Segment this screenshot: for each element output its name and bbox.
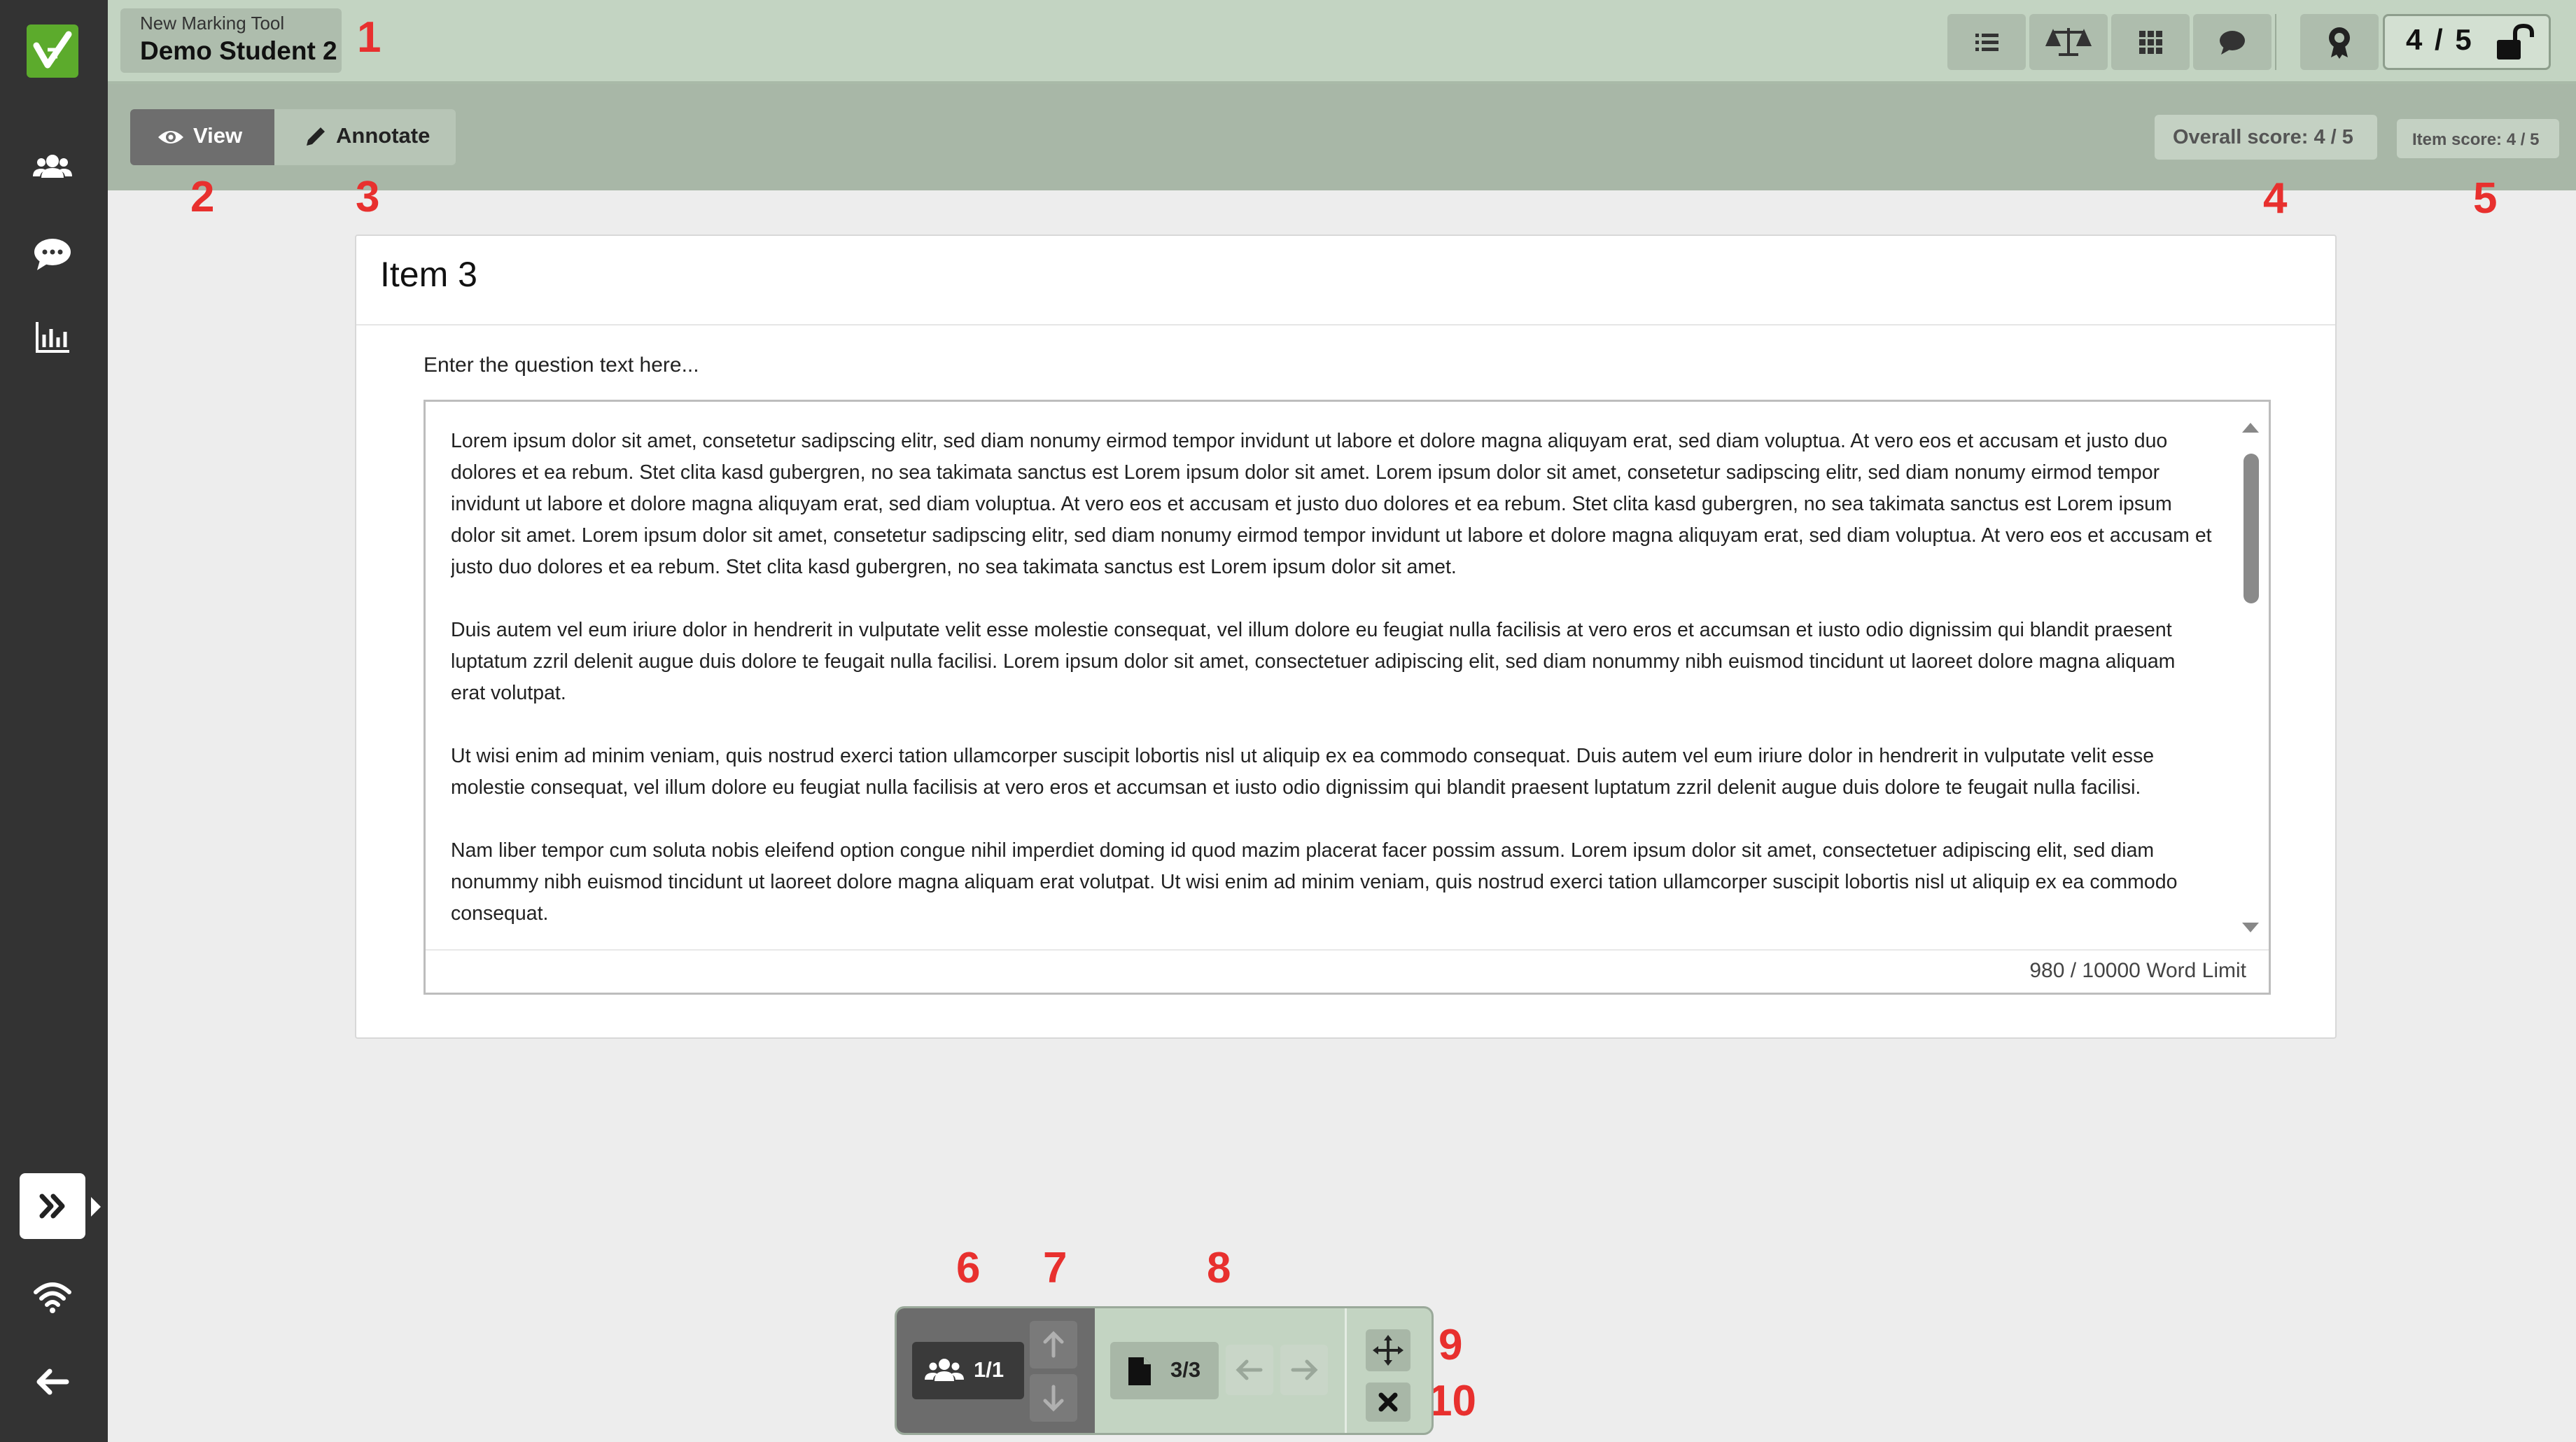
arrow-up-icon [1043,1331,1064,1358]
document-icon [1128,1357,1151,1385]
back-arrow-icon[interactable] [31,1361,74,1403]
logo-icon[interactable] [27,24,78,78]
unlock-icon [2497,23,2534,59]
item-title: Item 3 [380,255,477,294]
marker-1: 1 [357,13,382,62]
grid-icon [2139,31,2162,54]
answer-paragraph: Lorem ipsum dolor sit amet, consetetur s… [451,430,2212,578]
arrow-down-icon [1043,1385,1064,1412]
answer-paragraph: Ut wisi enim ad minim veniam, quis nostr… [451,745,2155,799]
next-student-button[interactable] [1030,1374,1077,1422]
marker-6: 6 [956,1244,981,1292]
sidebar [0,0,108,1442]
move-icon [1373,1335,1404,1366]
comments-icon[interactable] [31,232,74,274]
pencil-icon [307,127,325,146]
top-bar: New Marking Tool Demo Student 2 4 / 5 [108,0,2576,84]
scroll-thumb[interactable] [2244,454,2259,603]
marker-3: 3 [356,173,380,221]
scroll-up-icon[interactable] [2242,423,2259,433]
overall-score: Overall score: 4 / 5 [2155,115,2377,160]
student-selector[interactable]: New Marking Tool Demo Student 2 [120,8,342,73]
view-tab[interactable]: View [130,109,274,165]
prev-page-button[interactable] [1226,1345,1273,1395]
scroll-down-icon[interactable] [2242,923,2259,932]
arrow-left-icon [1236,1359,1263,1380]
eye-icon [158,131,183,144]
page-counter-button[interactable]: 3/3 [1110,1342,1219,1399]
item-score-text: Item score: 4 / 5 [2412,130,2540,149]
scrollbar[interactable] [2234,402,2269,955]
divider [2275,14,2276,70]
view-label: View [193,123,243,148]
item-card: Item 3 Enter the question text here... L… [355,234,2337,1039]
double-chevron-right-icon [39,1194,65,1219]
annotate-label: Annotate [336,123,430,148]
mode-bar: View Annotate Overall score: 4 / 5 Item … [108,84,2576,190]
marker-4: 4 [2263,174,2288,223]
award-icon [2329,27,2350,59]
annotate-tab[interactable]: Annotate [274,109,456,165]
award-button[interactable] [2300,14,2379,70]
item-score: Item score: 4 / 5 [2397,119,2559,158]
divider [1345,1308,1347,1433]
prev-student-button[interactable] [1030,1321,1077,1368]
close-icon [1378,1392,1398,1412]
move-toolbar-button[interactable] [1366,1329,1410,1371]
marker-8: 8 [1207,1244,1231,1292]
question-text: Enter the question text here... [424,354,699,377]
marker-10: 10 [1428,1377,1476,1425]
student-counter-button[interactable]: 1/1 [912,1342,1024,1399]
score-lock-box[interactable]: 4 / 5 [2383,14,2551,70]
chart-icon[interactable] [31,316,74,358]
arrow-right-icon [1291,1359,1318,1380]
overall-score-text: Overall score: 4 / 5 [2173,126,2353,148]
grid-button[interactable] [2111,14,2190,70]
tool-name: New Marking Tool [140,13,285,34]
marker-2: 2 [190,173,215,221]
word-count: 980 / 10000 Word Limit [2029,959,2246,982]
answer-paragraph: Duis autem vel eum iriure dolor in hendr… [451,619,2176,704]
expand-sidebar-button[interactable] [20,1173,85,1239]
comment-icon [2220,31,2245,55]
item-header: Item 3 [356,236,2335,326]
scale-button[interactable] [2029,14,2108,70]
scale-icon [2045,28,2092,56]
student-name: Demo Student 2 [140,36,337,65]
student-counter: 1/1 [974,1357,1004,1382]
users-icon[interactable] [31,146,74,188]
answer-paragraph: Nam liber tempor cum soluta nobis eleife… [451,839,2178,925]
bottom-toolbar: 1/1 3/3 [895,1306,1434,1435]
marker-5: 5 [2473,174,2498,223]
comment-button[interactable] [2193,14,2272,70]
wifi-icon [31,1275,74,1317]
list-button[interactable] [1947,14,2026,70]
answer-text[interactable]: Lorem ipsum dolor sit amet, consetetur s… [451,426,2215,958]
answer-editor[interactable]: Lorem ipsum dolor sit amet, consetetur s… [424,400,2271,995]
marker-7: 7 [1043,1244,1068,1292]
users-icon [925,1359,964,1381]
list-icon [1975,34,1998,51]
editor-footer: 980 / 10000 Word Limit [426,949,2269,993]
marker-9: 9 [1438,1321,1463,1369]
next-page-button[interactable] [1280,1345,1328,1395]
score-value: 4 / 5 [2406,23,2474,56]
page-counter: 3/3 [1170,1357,1201,1382]
close-toolbar-button[interactable] [1366,1382,1410,1422]
